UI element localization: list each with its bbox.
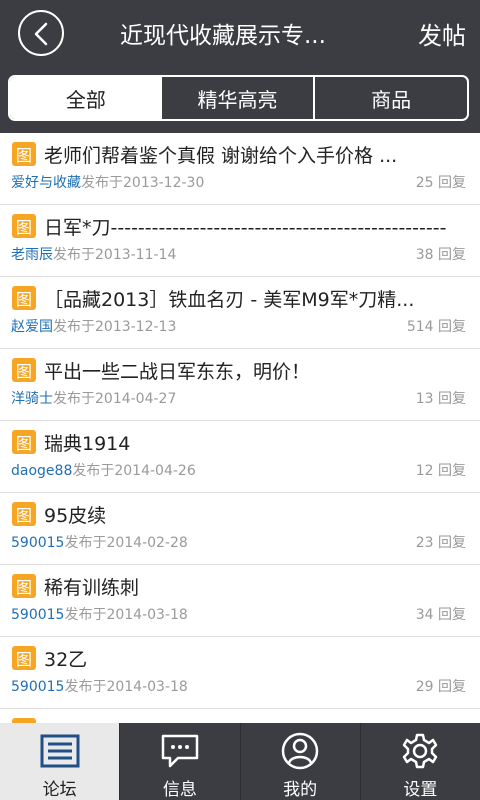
post-date: 发布于2013-11-14 bbox=[53, 247, 177, 263]
list-item[interactable]: 图 瑞典1914 daoge88发布于2014-04-26 12 回复 bbox=[0, 421, 480, 493]
post-meta: 老雨辰发布于2013-11-14 bbox=[11, 244, 176, 264]
nav-label: 设置 bbox=[403, 780, 438, 800]
nav-item-forum[interactable]: 论坛 bbox=[0, 723, 120, 800]
reply-count: 38 回复 bbox=[415, 247, 466, 263]
reply-count: 29 回复 bbox=[415, 679, 466, 695]
post-title: 32乙 bbox=[44, 649, 88, 671]
page-title: 近现代收藏展示专... bbox=[120, 23, 326, 49]
post-title: 老师们帮着鉴个真假 谢谢给个入手价格 ... bbox=[44, 145, 398, 167]
list-item[interactable]: 图 ［品藏2013］铁血名刃 - 美军M9军*刀精... 赵爱国发布于2013-… bbox=[0, 277, 480, 349]
post-meta: daoge88发布于2014-04-26 bbox=[11, 460, 196, 480]
bottom-nav: 论坛 信息 我的 设置 bbox=[0, 723, 480, 800]
image-badge-icon: 图 bbox=[12, 502, 36, 526]
post-meta: 赵爱国发布于2013-12-13 bbox=[11, 316, 176, 336]
post-author[interactable]: 老雨辰 bbox=[11, 247, 53, 263]
list-item[interactable]: 图 稀有训练刺 590015发布于2014-03-18 34 回复 bbox=[0, 565, 480, 637]
nav-label: 我的 bbox=[283, 780, 318, 800]
post-author[interactable]: 洋骑士 bbox=[11, 391, 53, 407]
post-date: 发布于2013-12-30 bbox=[81, 175, 205, 191]
post-author[interactable]: 590015 bbox=[11, 679, 64, 695]
nav-item-mine[interactable]: 我的 bbox=[239, 723, 360, 800]
chevron-left-icon bbox=[34, 22, 48, 46]
image-badge-icon: 图 bbox=[12, 142, 36, 166]
list-item[interactable]: 图 32乙 590015发布于2014-03-18 29 回复 bbox=[0, 637, 480, 709]
post-meta: 590015发布于2014-03-18 bbox=[11, 676, 188, 696]
image-badge-icon: 图 bbox=[12, 646, 36, 670]
post-author[interactable]: 爱好与收藏 bbox=[11, 175, 81, 191]
reply-count: 34 回复 bbox=[415, 607, 466, 623]
reply-count: 13 回复 bbox=[415, 391, 466, 407]
nav-label: 信息 bbox=[162, 780, 197, 800]
list-item[interactable] bbox=[0, 709, 480, 723]
list-item[interactable]: 图 平出一些二战日军东东，明价！ 洋骑士发布于2014-04-27 13 回复 bbox=[0, 349, 480, 421]
list-item[interactable]: 图 老师们帮着鉴个真假 谢谢给个入手价格 ... 爱好与收藏发布于2013-12… bbox=[0, 133, 480, 205]
post-meta: 洋骑士发布于2014-04-27 bbox=[11, 388, 176, 408]
post-title: 瑞典1914 bbox=[44, 433, 131, 455]
post-title: ［品藏2013］铁血名刃 - 美军M9军*刀精... bbox=[44, 289, 415, 311]
gear-icon bbox=[398, 731, 442, 771]
image-badge-icon: 图 bbox=[12, 574, 36, 598]
image-badge-icon: 图 bbox=[12, 430, 36, 454]
list-item[interactable]: 图 日军*刀----------------------------------… bbox=[0, 205, 480, 277]
tab-featured[interactable]: 精华高亮 bbox=[162, 77, 314, 119]
reply-count: 514 回复 bbox=[406, 319, 466, 335]
filter-tabs: 全部 精华高亮 商品 bbox=[8, 75, 469, 121]
user-profile-icon bbox=[278, 731, 322, 771]
post-title: 日军*刀------------------------------------… bbox=[44, 217, 446, 239]
nav-label: 论坛 bbox=[42, 780, 77, 800]
post-author[interactable]: 590015 bbox=[11, 535, 64, 551]
post-list[interactable]: 图 老师们帮着鉴个真假 谢谢给个入手价格 ... 爱好与收藏发布于2013-12… bbox=[0, 133, 480, 723]
back-button[interactable] bbox=[18, 10, 64, 56]
post-meta: 590015发布于2014-03-18 bbox=[11, 604, 188, 624]
post-date: 发布于2014-04-26 bbox=[72, 463, 196, 479]
app-header: 近现代收藏展示专... 发帖 全部 精华高亮 商品 bbox=[0, 0, 480, 133]
reply-count: 25 回复 bbox=[415, 175, 466, 191]
post-author[interactable]: 590015 bbox=[11, 607, 64, 623]
post-title: 95皮续 bbox=[44, 505, 107, 527]
post-title: 稀有训练刺 bbox=[44, 577, 140, 599]
post-title: 平出一些二战日军东东，明价！ bbox=[44, 361, 311, 383]
new-post-button[interactable]: 发帖 bbox=[418, 16, 466, 51]
reply-count: 12 回复 bbox=[415, 463, 466, 479]
post-date: 发布于2013-12-13 bbox=[53, 319, 177, 335]
post-meta: 爱好与收藏发布于2013-12-30 bbox=[11, 172, 204, 192]
post-date: 发布于2014-02-28 bbox=[64, 535, 188, 551]
forum-list-icon bbox=[38, 731, 82, 771]
list-item[interactable]: 图 95皮续 590015发布于2014-02-28 23 回复 bbox=[0, 493, 480, 565]
post-author[interactable]: daoge88 bbox=[11, 463, 72, 479]
tab-all[interactable]: 全部 bbox=[10, 77, 162, 119]
reply-count: 23 回复 bbox=[415, 535, 466, 551]
nav-item-settings[interactable]: 设置 bbox=[359, 723, 480, 800]
post-author[interactable]: 赵爱国 bbox=[11, 319, 53, 335]
image-badge-icon: 图 bbox=[12, 286, 36, 310]
post-date: 发布于2014-04-27 bbox=[53, 391, 177, 407]
image-badge-icon: 图 bbox=[12, 214, 36, 238]
image-badge-icon: 图 bbox=[12, 358, 36, 382]
post-date: 发布于2014-03-18 bbox=[64, 679, 188, 695]
tab-goods[interactable]: 商品 bbox=[313, 77, 467, 119]
message-bubble-icon bbox=[158, 731, 202, 771]
nav-item-messages[interactable]: 信息 bbox=[119, 723, 239, 800]
post-date: 发布于2014-03-18 bbox=[64, 607, 188, 623]
post-meta: 590015发布于2014-02-28 bbox=[11, 532, 188, 552]
